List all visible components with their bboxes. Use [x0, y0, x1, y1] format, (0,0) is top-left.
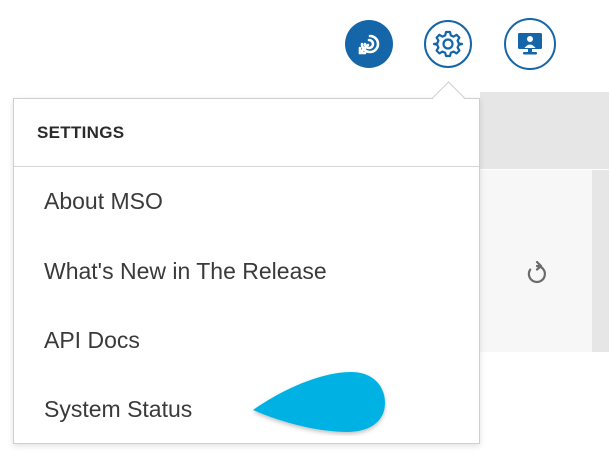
screen: SETTINGS About MSO What's New in The Rel…: [0, 0, 609, 452]
settings-dropdown: SETTINGS About MSO What's New in The Rel…: [13, 98, 480, 444]
spiral-arrow-icon: [358, 34, 380, 55]
gear-icon: [433, 30, 463, 58]
monitor-user-icon: [518, 33, 542, 55]
menu-item-label: About MSO: [44, 188, 163, 214]
settings-title: SETTINGS: [37, 123, 125, 142]
menu-item-whats-new[interactable]: What's New in The Release: [14, 239, 479, 309]
pointer-callout: [253, 372, 385, 432]
background-header-band: [480, 92, 609, 169]
menu-item-api-docs[interactable]: API Docs: [14, 308, 479, 378]
menu-item-about-mso[interactable]: About MSO: [14, 169, 479, 239]
refresh-icon[interactable]: [526, 261, 548, 285]
display-button[interactable]: [504, 18, 556, 70]
analytics-button[interactable]: [345, 20, 393, 68]
settings-button[interactable]: [424, 20, 472, 68]
menu-item-system-status[interactable]: System Status: [14, 377, 479, 447]
background-panel-edge: [592, 170, 609, 352]
menu-item-label: What's New in The Release: [44, 258, 327, 284]
menu-item-label: System Status: [44, 396, 193, 422]
menu-item-label: API Docs: [44, 327, 140, 353]
settings-dropdown-header: SETTINGS: [14, 99, 479, 167]
background-lower: [480, 352, 609, 452]
